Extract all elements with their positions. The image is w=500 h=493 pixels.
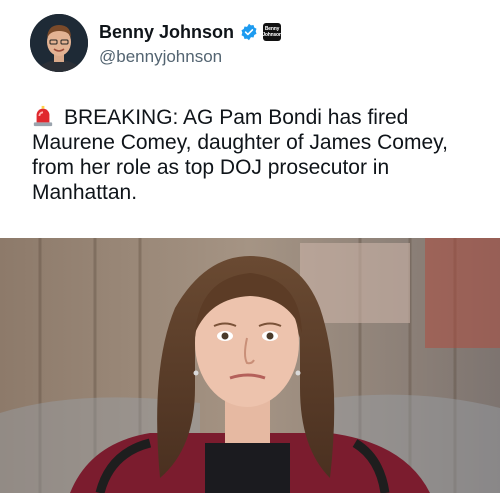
tweet-body: BREAKING: AG Pam Bondi has fired Maurene… [32, 105, 482, 205]
photo-woman-portrait [0, 238, 500, 493]
avatar-portrait [30, 14, 88, 72]
tweet-header: Benny Johnson Benny Johnson @bennyjohnso… [0, 0, 500, 90]
affiliate-badge-text: Benny Johnson [262, 26, 282, 38]
tweet-photo[interactable] [0, 238, 500, 493]
author-handle[interactable]: @bennyjohnson [99, 47, 222, 67]
author-avatar[interactable] [30, 14, 88, 72]
police-siren-icon [33, 105, 53, 127]
affiliate-badge[interactable]: Benny Johnson [262, 23, 282, 41]
tweet-text: BREAKING: AG Pam Bondi has fired Maurene… [32, 106, 448, 204]
verified-check-icon [241, 23, 257, 41]
author-display-name[interactable]: Benny Johnson [99, 22, 234, 43]
